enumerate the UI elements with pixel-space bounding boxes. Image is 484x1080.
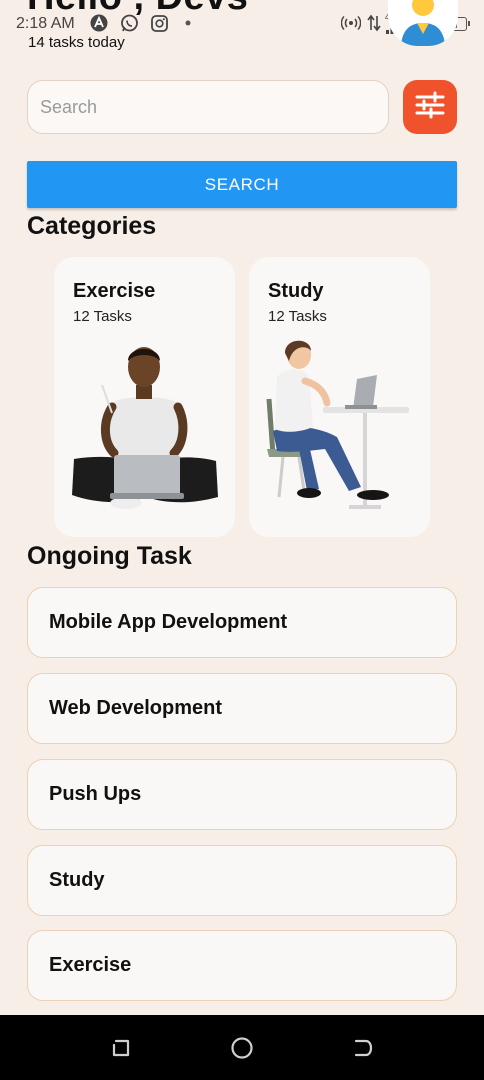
search-input[interactable]: [27, 80, 389, 134]
category-count: 12 Tasks: [268, 308, 327, 325]
ongoing-task-title: Ongoing Task: [27, 542, 192, 570]
whatsapp-icon: [118, 14, 140, 32]
task-item[interactable]: Web Development: [27, 673, 457, 744]
tasks-today-label: 14 tasks today: [28, 34, 125, 51]
category-card-study[interactable]: Study 12 Tasks: [249, 257, 430, 537]
task-item[interactable]: Mobile App Development: [27, 587, 457, 658]
avatar[interactable]: [388, 0, 458, 46]
instagram-icon: [149, 14, 169, 32]
filter-button[interactable]: [403, 80, 457, 134]
task-item[interactable]: Push Ups: [27, 759, 457, 830]
navigation-app-icon: [88, 14, 110, 32]
exercise-illustration: [72, 347, 218, 509]
category-name: Exercise: [73, 280, 156, 302]
data-transfer-icon: [366, 14, 382, 32]
sliders-icon: [414, 91, 446, 124]
category-card-exercise[interactable]: Exercise 12 Tasks: [54, 257, 235, 537]
status-time: 2:18 AM: [16, 15, 75, 32]
category-count: 12 Tasks: [73, 308, 132, 325]
task-item[interactable]: Exercise: [27, 930, 457, 1001]
system-navigation-bar: [0, 1015, 484, 1080]
category-name: Study: [268, 280, 324, 302]
study-illustration: [266, 340, 409, 509]
recent-apps-icon[interactable]: [108, 1035, 134, 1061]
categories-title: Categories: [27, 212, 157, 240]
notification-dot-icon: [183, 14, 193, 32]
search-button[interactable]: SEARCH: [27, 161, 457, 208]
back-icon[interactable]: [350, 1035, 376, 1061]
hotspot-icon: [340, 14, 362, 32]
home-icon[interactable]: [229, 1035, 255, 1061]
task-item[interactable]: Study: [27, 845, 457, 916]
